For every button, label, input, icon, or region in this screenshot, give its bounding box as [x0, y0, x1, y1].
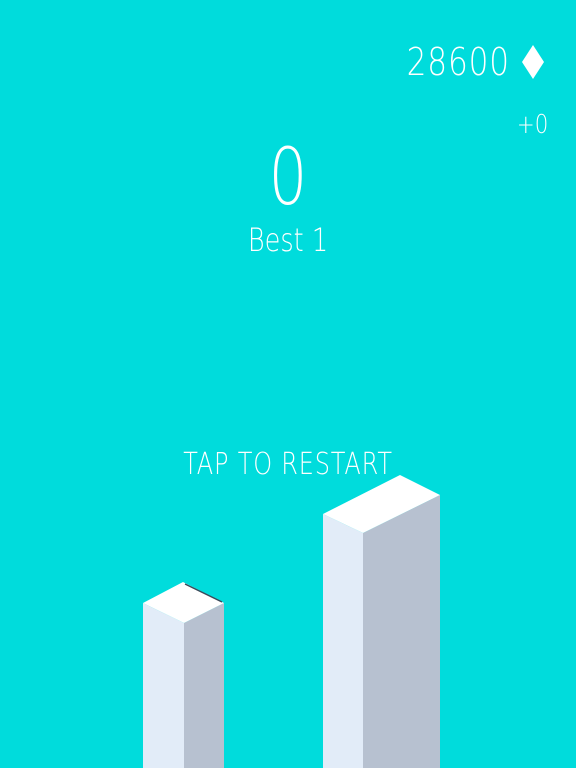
tap-to-restart[interactable]: TAP TO RESTART	[58, 447, 519, 482]
pillar-left-front	[143, 603, 184, 768]
pillar-right	[323, 475, 440, 768]
pillar-left	[143, 582, 224, 768]
pillar-left-side	[184, 603, 224, 768]
gems-count: 28600	[406, 40, 510, 84]
gems-gained: +0	[516, 110, 548, 140]
gems-counter: 28600	[384, 38, 544, 86]
pillar-left-top	[143, 582, 224, 623]
diamond-icon	[522, 45, 544, 79]
pillar-right-side	[363, 495, 440, 768]
pillar-left-edge-shadow	[184, 583, 223, 603]
pillar-right-top	[323, 475, 440, 533]
game-stage	[143, 475, 440, 768]
best-score: Best 1	[247, 221, 329, 259]
current-score: 0	[268, 133, 308, 223]
pillar-right-front	[323, 514, 363, 768]
